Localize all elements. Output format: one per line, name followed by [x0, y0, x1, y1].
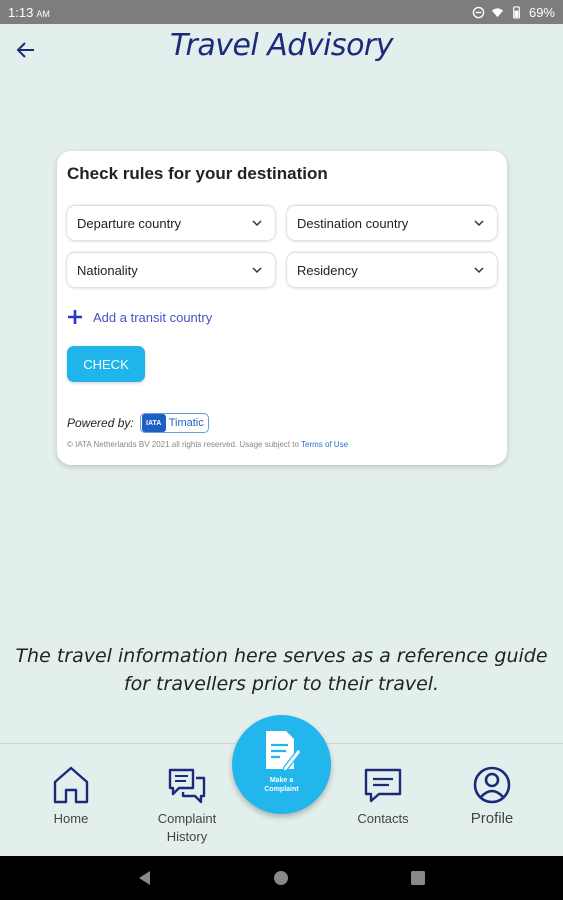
- card-title: Check rules for your destination: [67, 164, 328, 183]
- guide-line-1: The travel information here serves as a …: [15, 645, 548, 667]
- nav-profile[interactable]: Profile: [462, 764, 522, 828]
- copyright-label: © IATA Netherlands BV 2021 all rights re…: [67, 440, 299, 449]
- make-complaint-button[interactable]: Make a Complaint: [232, 715, 331, 814]
- nav-contacts-label: Contacts: [357, 811, 409, 826]
- chevron-down-icon: [474, 220, 484, 227]
- chevron-down-icon: [252, 220, 262, 227]
- copyright-text: © IATA Netherlands BV 2021 all rights re…: [67, 440, 348, 449]
- chevron-down-icon: [474, 267, 484, 274]
- system-recents-icon[interactable]: [410, 870, 426, 886]
- travel-rules-card: Check rules for your destination Departu…: [57, 151, 507, 465]
- nav-home[interactable]: Home: [46, 764, 96, 828]
- powered-by-label: Powered by:: [67, 416, 134, 430]
- add-transit-label: Add a transit country: [93, 309, 213, 325]
- chat-icon: [364, 768, 402, 803]
- destination-country-select[interactable]: Destination country: [287, 206, 497, 240]
- nav-complaint-history-label: Complaint History: [158, 810, 217, 846]
- timatic-logo: IATA Timatic: [139, 413, 209, 433]
- nav-profile-label: Profile: [470, 810, 514, 827]
- status-time: 1:13 AM: [8, 5, 50, 20]
- document-edit-icon: [265, 731, 302, 772]
- nationality-label: Nationality: [77, 262, 138, 278]
- terms-of-use-link[interactable]: Terms of Use: [301, 440, 348, 449]
- battery-level: 69%: [528, 4, 555, 20]
- residency-label: Residency: [297, 262, 358, 278]
- chat-bubbles-icon: [168, 768, 206, 804]
- profile-icon: [473, 766, 511, 804]
- nav-complaint-history[interactable]: Complaint History: [150, 764, 224, 846]
- nav-complaint-label-line1: Complaint: [157, 811, 217, 826]
- nationality-select[interactable]: Nationality: [67, 253, 275, 287]
- status-time-ampm: AM: [36, 8, 50, 19]
- reference-guide-text: The travel information here serves as a …: [0, 642, 563, 698]
- do-not-disturb-icon: [472, 6, 485, 18]
- residency-select[interactable]: Residency: [287, 253, 497, 287]
- nav-home-label: Home: [53, 811, 89, 826]
- system-home-icon[interactable]: [273, 870, 289, 886]
- make-complaint-label: Make a Complaint: [264, 777, 299, 793]
- system-back-icon[interactable]: [137, 870, 153, 886]
- page-title: Travel Advisory: [169, 28, 394, 63]
- check-button[interactable]: CHECK: [67, 346, 145, 382]
- home-icon: [53, 766, 89, 804]
- wifi-icon: [491, 7, 504, 17]
- status-bar: 1:13 AM 69%: [0, 0, 563, 24]
- timatic-label: Timatic: [168, 417, 204, 429]
- system-nav-bar: [0, 856, 563, 900]
- plus-icon: [68, 310, 82, 324]
- guide-line-2: for travellers prior to their travel.: [123, 673, 440, 695]
- battery-icon: [513, 5, 520, 19]
- nav-contacts[interactable]: Contacts: [353, 764, 413, 828]
- powered-by: Powered by: IATA Timatic: [67, 413, 209, 433]
- departure-country-select[interactable]: Departure country: [67, 206, 275, 240]
- chevron-down-icon: [252, 267, 262, 274]
- nav-complaint-label-line2: History: [166, 829, 208, 844]
- iata-logo-icon: IATA: [141, 414, 166, 432]
- status-time-value: 1:13: [8, 4, 34, 20]
- departure-country-label: Departure country: [77, 215, 182, 231]
- destination-country-label: Destination country: [297, 215, 409, 231]
- app-bar: Travel Advisory: [0, 24, 563, 72]
- add-transit-country-link[interactable]: Add a transit country: [67, 309, 212, 325]
